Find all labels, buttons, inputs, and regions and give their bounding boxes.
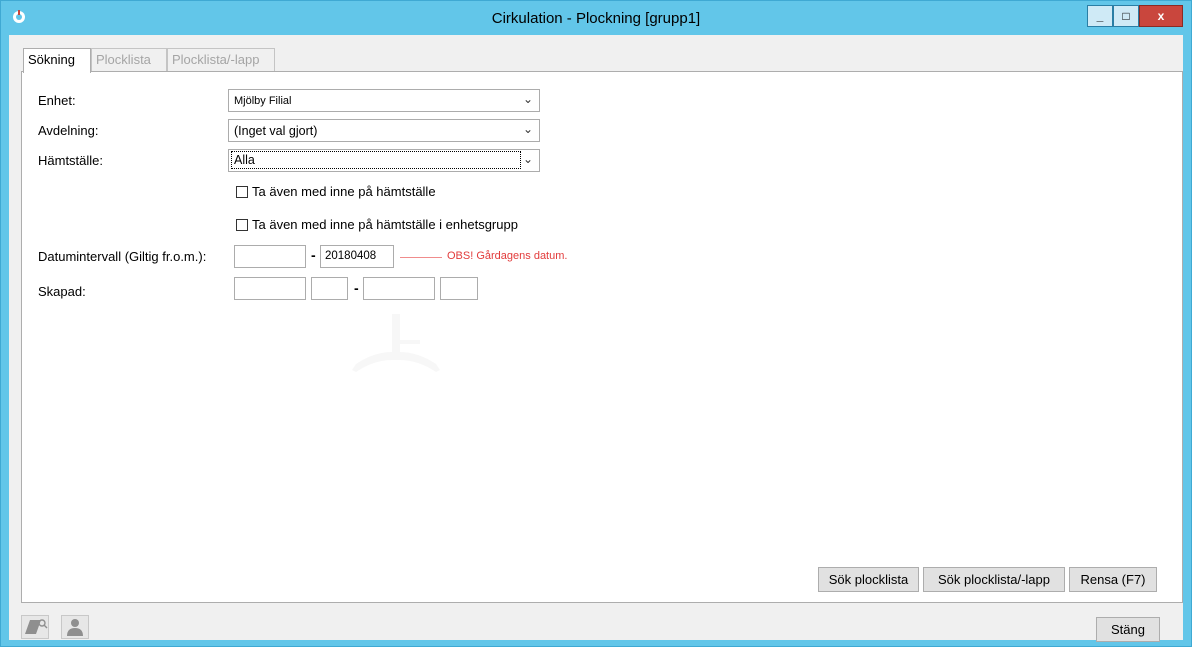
search-panel: Enhet: Mjölby Filial ⌄ Avdelning: (Inget… [21, 71, 1183, 603]
chevron-down-icon: ⌄ [522, 152, 533, 166]
skapad-to-date-input[interactable] [363, 277, 435, 300]
book-search-icon[interactable] [21, 615, 49, 639]
tab-sokning[interactable]: Sökning [23, 48, 91, 73]
hamtstalle-label: Hämtställe: [38, 153, 104, 168]
avdelning-select[interactable]: (Inget val gjort) ⌄ [228, 119, 540, 142]
hamtstalle-select[interactable]: Alla ⌄ [228, 149, 540, 172]
client-area: Sökning Plocklista Plocklista/-lapp Enhe… [9, 35, 1183, 642]
chevron-down-icon: ⌄ [522, 92, 533, 106]
tab-plocklista[interactable]: Plocklista [91, 48, 167, 72]
maximize-button[interactable]: □ [1113, 5, 1139, 27]
enhet-select[interactable]: Mjölby Filial ⌄ [228, 89, 540, 112]
enhet-label: Enhet: [38, 93, 76, 108]
close-button[interactable]: x [1139, 5, 1183, 27]
skapad-from-time-input[interactable] [311, 277, 348, 300]
sok-plocklista-button[interactable]: Sök plocklista [818, 567, 919, 592]
include-hamtstalle-label: Ta även med inne på hämtställe [252, 184, 436, 199]
skapad-separator: - [354, 280, 359, 296]
warning-line [400, 257, 442, 258]
hamtstalle-value: Alla [231, 151, 521, 169]
datum-from-input[interactable] [234, 245, 306, 268]
datum-to-input[interactable]: 20180408 [320, 245, 394, 268]
app-window: Cirkulation - Plockning [grupp1] _ □ x S… [0, 0, 1192, 647]
tab-plocklista-lapp[interactable]: Plocklista/-lapp [167, 48, 275, 72]
datumintervall-label: Datumintervall (Giltig fr.o.m.): [38, 249, 207, 264]
user-icon[interactable] [61, 615, 89, 639]
title-bar[interactable]: Cirkulation - Plockning [grupp1] _ □ x [1, 1, 1191, 35]
enhet-value: Mjölby Filial [234, 95, 292, 107]
rensa-button[interactable]: Rensa (F7) [1069, 567, 1157, 592]
stang-button[interactable]: Stäng [1096, 617, 1160, 642]
include-hamtstalle-checkbox[interactable]: Ta även med inne på hämtställe [236, 184, 436, 199]
checkbox-box[interactable] [236, 185, 248, 198]
avdelning-label: Avdelning: [38, 123, 99, 138]
include-enhetsgrupp-label: Ta även med inne på hämtställe i enhetsg… [252, 217, 518, 232]
checkbox-box[interactable] [236, 218, 248, 231]
minimize-button[interactable]: _ [1087, 5, 1113, 27]
window-title: Cirkulation - Plockning [grupp1] [491, 10, 701, 27]
skapad-from-date-input[interactable] [234, 277, 306, 300]
sok-plocklista-lapp-button[interactable]: Sök plocklista/-lapp [923, 567, 1065, 592]
datum-warning: OBS! Gårdagens datum. [447, 250, 568, 262]
chevron-down-icon: ⌄ [522, 122, 533, 136]
datum-separator: - [311, 247, 316, 263]
skapad-label: Skapad: [38, 284, 86, 299]
avdelning-value: (Inget val gjort) [234, 124, 318, 138]
skapad-to-time-input[interactable] [440, 277, 478, 300]
watermark-graphic [352, 314, 440, 372]
include-enhetsgrupp-checkbox[interactable]: Ta även med inne på hämtställe i enhetsg… [236, 217, 518, 232]
